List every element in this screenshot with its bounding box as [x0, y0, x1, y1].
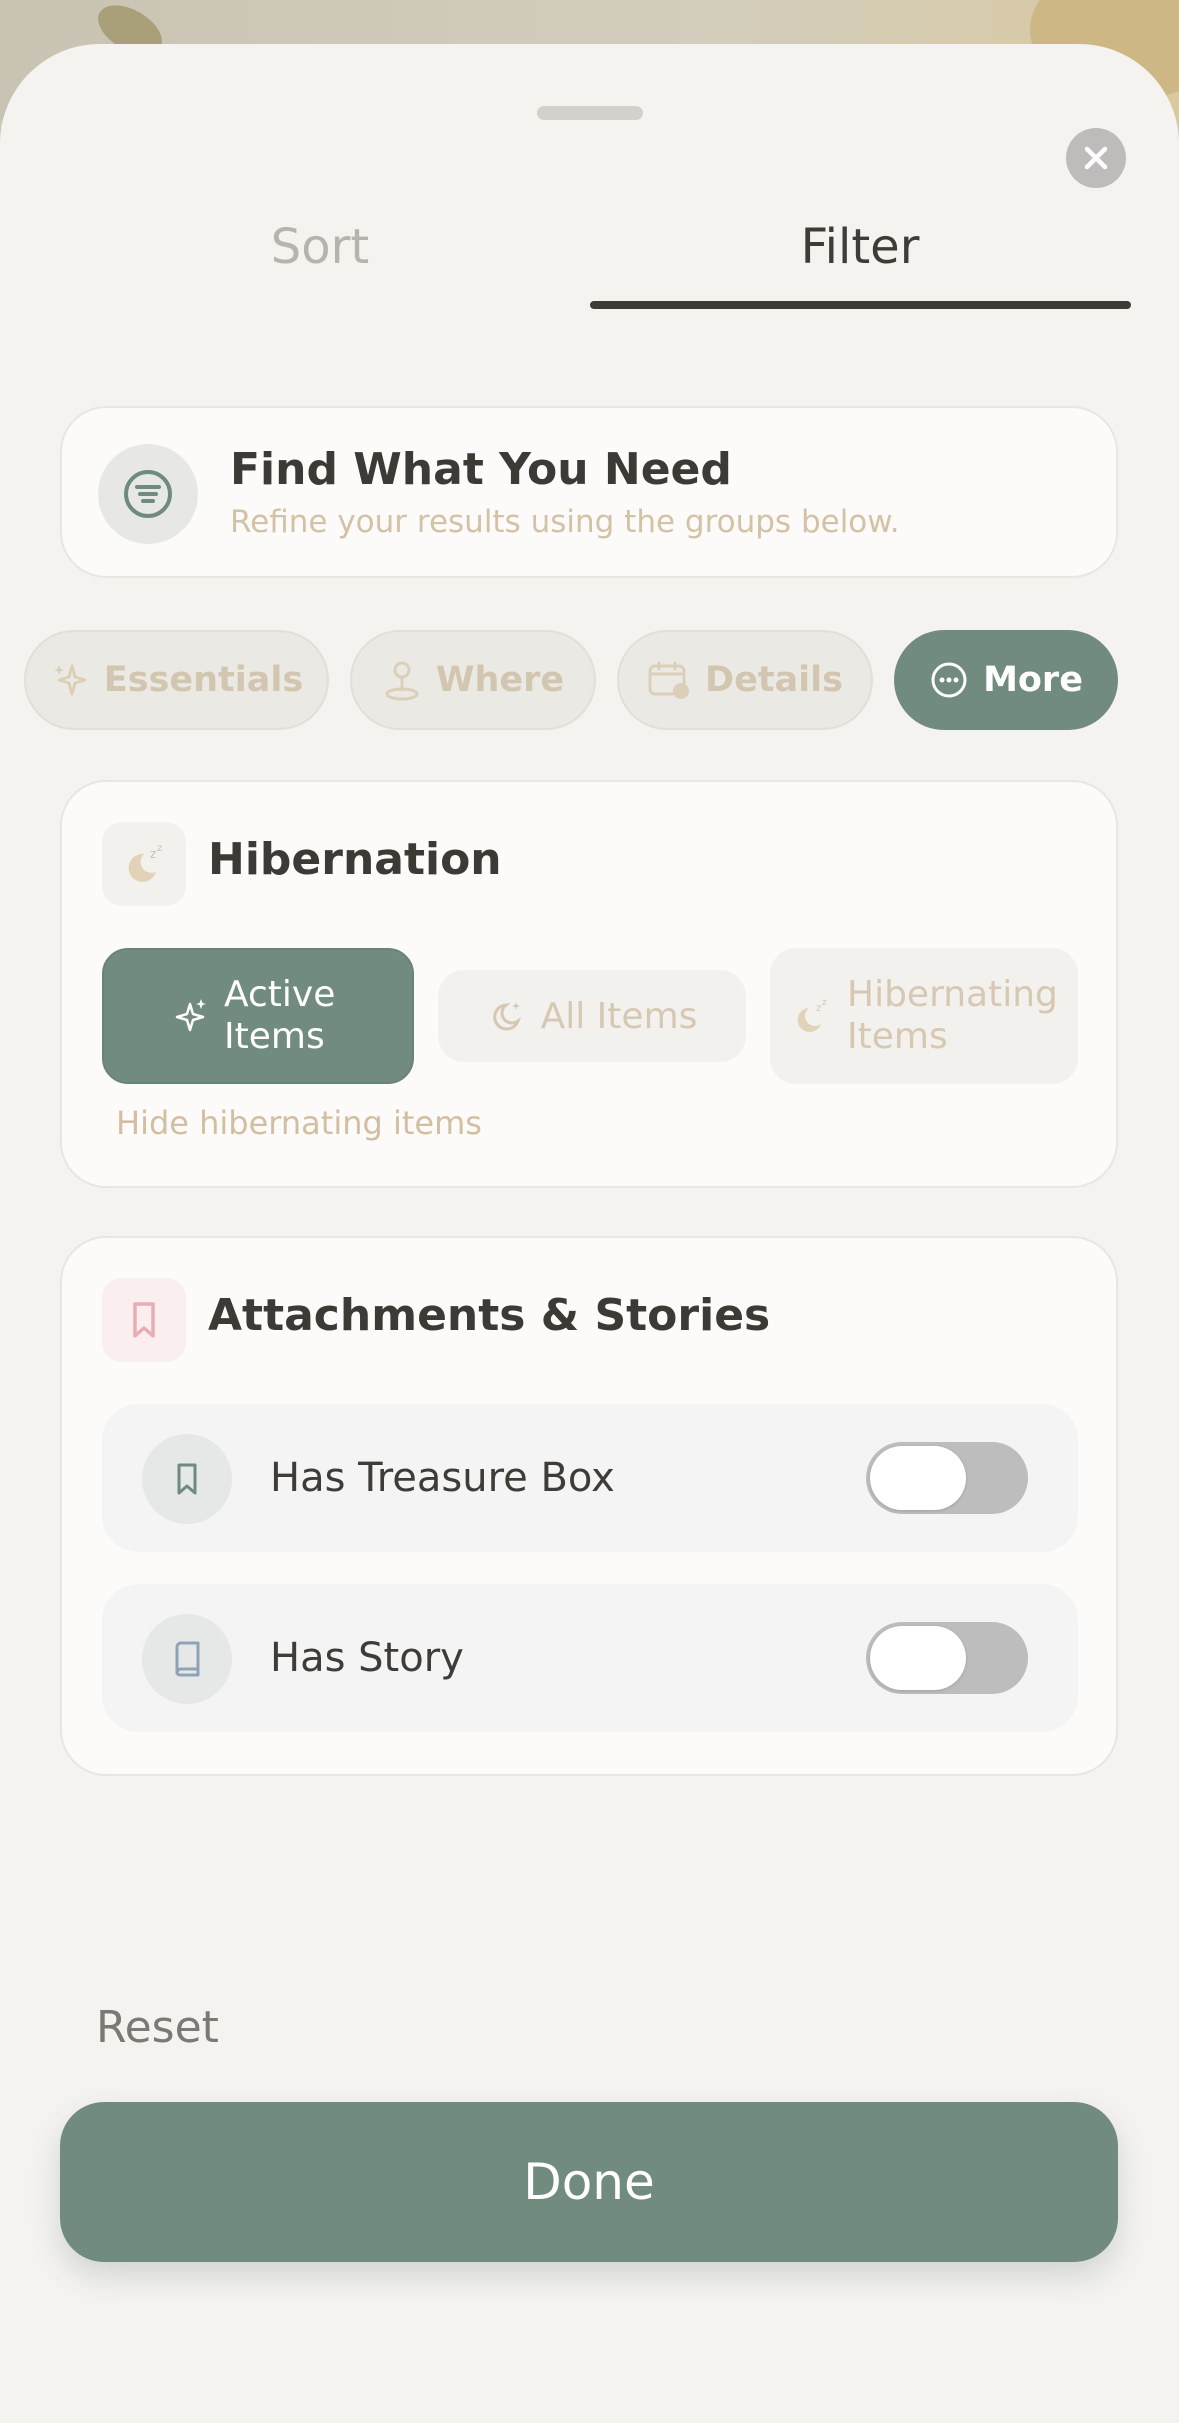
attachments-title: Attachments & Stories [208, 1290, 771, 1341]
sparkle-icon [175, 999, 206, 1032]
sleeping-moon-icon: z z [797, 998, 827, 1032]
hibernation-card: z z Hibernation Active Items All Items z… [60, 780, 1118, 1188]
option-active-items[interactable]: Active Items [102, 948, 414, 1084]
tab-indicator [590, 301, 1131, 309]
chip-more[interactable]: More [894, 630, 1118, 730]
sheet-grabber[interactable] [537, 106, 643, 120]
sleeping-moon-icon: z z [102, 822, 186, 906]
filter-sheet: Sort Filter Find What You Need Refine yo… [0, 44, 1179, 2423]
sparkle-icon [53, 664, 87, 696]
option-all-items[interactable]: All Items [438, 970, 746, 1062]
chip-label: Where [435, 660, 565, 700]
chip-where[interactable]: Where [350, 630, 596, 730]
hibernation-hint: Hide hibernating items [116, 1104, 482, 1142]
svg-text:z: z [822, 998, 827, 1008]
bookmark-icon [102, 1278, 186, 1362]
hibernation-title: Hibernation [208, 834, 502, 885]
chip-label: More [983, 660, 1083, 700]
close-button[interactable] [1066, 128, 1126, 188]
bookmark-icon [142, 1434, 232, 1524]
book-icon [142, 1614, 232, 1704]
chip-details[interactable]: Details [617, 630, 873, 730]
row-has-treasure-box: Has Treasure Box [102, 1404, 1078, 1552]
reset-button[interactable]: Reset [96, 2002, 219, 2053]
close-icon [1084, 146, 1108, 170]
svg-text:z: z [816, 1003, 821, 1014]
done-button[interactable]: Done [60, 2102, 1118, 2262]
intro-title: Find What You Need [230, 444, 732, 495]
filter-circle-icon [98, 444, 198, 544]
chip-essentials[interactable]: Essentials [24, 630, 329, 730]
toggle-knob [870, 1446, 966, 1510]
attachments-card: Attachments & Stories Has Treasure Box H… [60, 1236, 1118, 1776]
moon-icon [492, 1002, 521, 1031]
option-label: Active Items [224, 974, 336, 1057]
calendar-icon [648, 661, 690, 699]
intro-card: Find What You Need Refine your results u… [60, 406, 1118, 578]
svg-text:z: z [150, 847, 156, 861]
svg-text:z: z [157, 843, 162, 854]
option-hibernating-items[interactable]: z z Hibernating Items [770, 948, 1078, 1084]
chip-label: Details [705, 660, 843, 700]
story-toggle[interactable] [866, 1622, 1028, 1694]
more-circle-icon [931, 662, 967, 698]
option-label: Hibernating Items [847, 974, 1058, 1057]
row-label: Has Treasure Box [270, 1455, 615, 1501]
treasure-box-toggle[interactable] [866, 1442, 1028, 1514]
tab-filter[interactable]: Filter [590, 204, 1130, 304]
chip-label: Essentials [103, 660, 304, 700]
intro-subtitle: Refine your results using the groups bel… [230, 504, 900, 540]
tab-sort[interactable]: Sort [50, 204, 590, 304]
option-label: All Items [540, 995, 698, 1037]
map-pin-icon [385, 661, 419, 701]
row-label: Has Story [270, 1635, 464, 1681]
row-has-story: Has Story [102, 1584, 1078, 1732]
toggle-knob [870, 1626, 966, 1690]
